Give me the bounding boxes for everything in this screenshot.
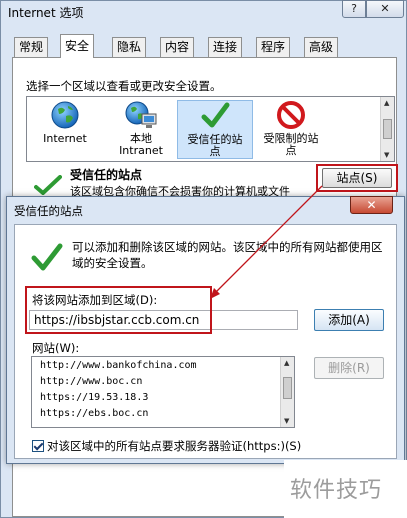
https-verify-option[interactable]: 对该区域中的所有站点要求服务器验证(https:)(S) — [32, 438, 301, 454]
scroll-thumb[interactable] — [383, 119, 392, 139]
websites-list-scrollbar[interactable]: ▲ ▼ — [280, 357, 294, 427]
zone-internet[interactable]: Internet — [33, 100, 97, 145]
zone-restricted-label: 受限制的站 点 — [263, 132, 319, 157]
info-check-icon — [31, 243, 63, 271]
internet-options-close-button[interactable]: ✕ — [366, 0, 404, 18]
zone-trusted-sites[interactable]: 受信任的站 点 — [177, 100, 253, 159]
check-icon — [201, 102, 230, 128]
trusted-sites-info: 可以添加和删除该区域的网站。该区域中的所有网站都使用区域的安全设置。 — [72, 240, 383, 270]
list-item[interactable]: https://19.53.18.3 — [40, 392, 148, 403]
url-input-highlight — [25, 286, 212, 334]
tab-advanced[interactable]: 高级 — [304, 37, 339, 57]
internet-options-title: Internet 选项 — [8, 6, 84, 20]
scroll-up-icon[interactable]: ▲ — [384, 99, 389, 107]
scroll-down-icon[interactable]: ▼ — [284, 417, 289, 425]
list-item[interactable]: https://ebs.boc.cn — [40, 408, 148, 419]
intranet-icon — [125, 101, 157, 128]
tab-programs[interactable]: 程序 — [256, 37, 291, 57]
zone-list-scrollbar[interactable]: ▲ ▼ — [380, 97, 394, 161]
scroll-up-icon[interactable]: ▲ — [284, 359, 289, 367]
trusted-zone-heading: 受信任的站点 — [70, 168, 143, 182]
tab-content[interactable]: 内容 — [160, 37, 195, 57]
tab-connections[interactable]: 连接 — [208, 37, 243, 57]
zone-prompt: 选择一个区域以查看或更改安全设置。 — [26, 79, 222, 93]
list-item[interactable]: http://www.bankofchina.com — [40, 360, 197, 371]
zone-internet-label: Internet — [43, 132, 87, 145]
list-item[interactable]: http://www.boc.cn — [40, 376, 142, 387]
trusted-sites-close-button[interactable]: ✕ — [350, 196, 393, 214]
restricted-icon — [277, 101, 305, 129]
trusted-check-icon — [34, 175, 62, 195]
websites-label: 网站(W): — [32, 341, 80, 355]
remove-site-button[interactable]: 删除(R) — [314, 357, 384, 379]
zone-restricted-sites[interactable]: 受限制的站 点 — [255, 100, 327, 157]
help-button[interactable]: ? — [342, 0, 366, 18]
trusted-sites-title: 受信任的站点 — [14, 204, 83, 218]
websites-list[interactable]: http://www.bankofchina.com http://www.bo… — [31, 356, 295, 428]
zone-trusted-label: 受信任的站 点 — [187, 133, 243, 158]
zone-list: Internet 本地 Intranet 受信任的站 点 受限制的站 点 ▲ ▼ — [26, 96, 395, 162]
zone-intranet-label: 本地 Intranet — [119, 132, 163, 157]
tab-security[interactable]: 安全 — [60, 34, 95, 58]
https-verify-label: 对该区域中的所有站点要求服务器验证(https:)(S) — [47, 439, 302, 453]
tab-general[interactable]: 常规 — [14, 37, 49, 57]
add-site-button[interactable]: 添加(A) — [314, 309, 384, 331]
https-verify-checkbox[interactable] — [32, 440, 44, 452]
scroll-down-icon[interactable]: ▼ — [384, 151, 389, 159]
watermark: 软件技巧 — [290, 478, 383, 503]
scroll-thumb[interactable] — [283, 377, 292, 399]
globe-icon — [51, 101, 79, 129]
tab-privacy[interactable]: 隐私 — [112, 37, 147, 57]
sites-button-highlight — [316, 164, 398, 192]
zone-local-intranet[interactable]: 本地 Intranet — [109, 100, 173, 157]
